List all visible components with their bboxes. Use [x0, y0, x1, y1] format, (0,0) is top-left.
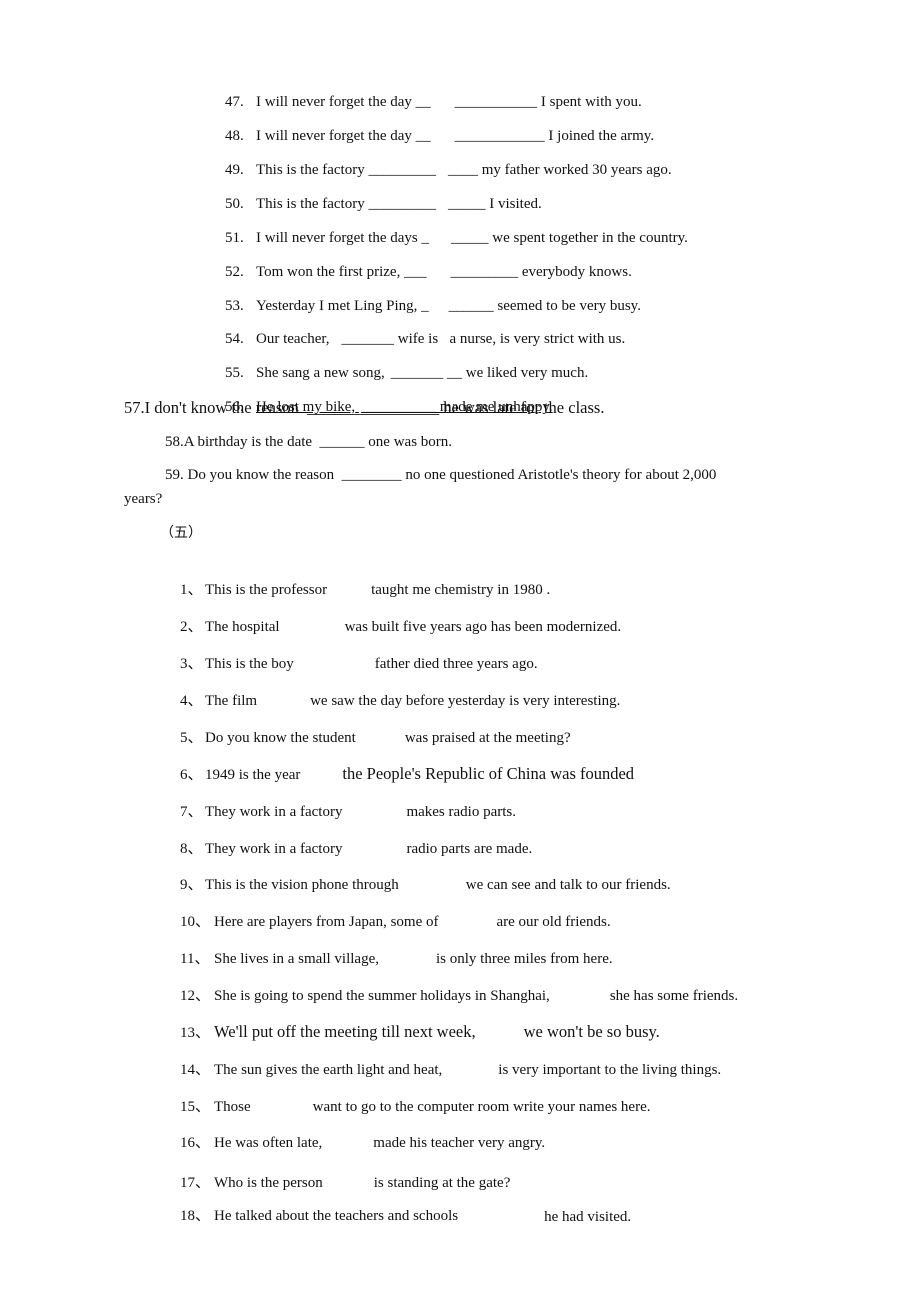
item-text-after: _______ wife is a nurse, is very strict … — [341, 331, 626, 347]
item-text-after: _________ everybody knows. — [450, 264, 632, 280]
item-text-before: I will never forget the day __ — [256, 94, 431, 110]
item-text-after: we can see and talk to our friends. — [465, 877, 671, 893]
item-text-before: This is the factory _________ — [256, 196, 436, 212]
item-text-after: she has some friends. — [609, 988, 739, 1004]
item-text-after: is very important to the living things. — [498, 1062, 722, 1078]
item-number: 12、 — [180, 988, 211, 1004]
item-text-before: This is the professor — [205, 582, 328, 598]
item-text-before: We'll put off the meeting till next week… — [214, 1022, 476, 1041]
item-text-before: Here are players from Japan, some of — [214, 914, 439, 930]
item-text-after: taught me chemistry in 1980 . — [371, 582, 551, 598]
item-number: 16、 — [180, 1135, 211, 1151]
item-number: 10、 — [180, 914, 211, 930]
item-text-before: This is the boy — [205, 656, 294, 672]
item-text-before: Tom won the first prize, ___ — [256, 264, 427, 280]
item-text-before: The film — [205, 693, 258, 709]
item-number: 2、 — [180, 619, 203, 635]
item-text-after: are our old friends. — [496, 914, 611, 930]
item-text-before: The hospital — [205, 619, 280, 635]
item-number: 3、 — [180, 656, 203, 672]
item-number: 4、 — [180, 693, 203, 709]
item-text-before: This is the vision phone through — [205, 877, 399, 893]
exercise-item-58: 58.A birthday is the date ______ one was… — [165, 434, 453, 450]
item-text-after: was built five years ago has been modern… — [344, 619, 622, 635]
item-number: 8、 — [180, 841, 203, 857]
exercise-item-57: 57.I don't know the reason _____________… — [124, 398, 605, 417]
item-text-after: _____ we spent together in the country. — [451, 230, 688, 246]
item-text-after: ____________ I joined the army. — [454, 128, 655, 144]
item-text-before: He talked about the teachers and schools — [214, 1208, 459, 1224]
item-text-after: is only three miles from here. — [435, 951, 613, 967]
item-text-after: he had visited. — [544, 1209, 632, 1225]
item-number: 6、 — [180, 767, 203, 783]
item-text-before: The sun gives the earth light and heat, — [214, 1062, 443, 1078]
item-text-after: was praised at the meeting? — [404, 730, 571, 746]
item-text-before: She lives in a small village, — [214, 951, 379, 967]
item-number: 14、 — [180, 1062, 211, 1078]
item-text-before: She is going to spend the summer holiday… — [214, 988, 550, 1004]
item-text-before: This is the factory _________ — [256, 162, 436, 178]
item-number: 5、 — [180, 730, 203, 746]
exercise-item-59-line-1: 59. Do you know the reason ________ no o… — [165, 467, 717, 483]
item-text-before: I will never forget the days _ — [256, 230, 430, 246]
item-text-after: radio parts are made. — [406, 841, 533, 857]
exercise-item-59-line-2: years? — [124, 491, 163, 507]
item-number: 9、 — [180, 877, 203, 893]
item-text-before: Those — [214, 1099, 251, 1115]
item-number: 18、 — [180, 1208, 211, 1224]
item-text-before: They work in a factory — [205, 841, 343, 857]
item-text-after: ____ my father worked 30 years ago. — [447, 162, 672, 178]
item-text-after: _______ __ we liked very much. — [390, 365, 589, 381]
item-text-after: ___________ I spent with you. — [454, 94, 642, 110]
item-text-before: Our teacher, — [256, 331, 330, 347]
item-number: 15、 — [180, 1099, 211, 1115]
item-text-after: the People's Republic of China was found… — [342, 764, 635, 783]
item-text-before: She sang a new song, — [256, 365, 385, 381]
item-text-before: 1949 is the year — [205, 767, 301, 783]
item-number: 7、 — [180, 804, 203, 820]
exercise-item-18: 18、 He talked about the teachers and scho… — [165, 1189, 631, 1243]
item-text-before: They work in a factory — [205, 804, 343, 820]
item-text-after: we saw the day before yesterday is very … — [310, 693, 621, 709]
item-text-before: I will never forget the day __ — [256, 128, 431, 144]
item-text-after: makes radio parts. — [406, 804, 517, 820]
item-text-after: made his teacher very angry. — [373, 1135, 546, 1151]
item-text-after: father died three years ago. — [374, 656, 538, 672]
item-number: 13、 — [180, 1025, 211, 1041]
item-number: 1、 — [180, 582, 203, 598]
item-text-before: He was often late, — [214, 1135, 323, 1151]
item-text-after: we won't be so busy. — [523, 1022, 660, 1041]
item-text-before: Do you know the student — [205, 730, 356, 746]
section-heading: （五） — [160, 525, 202, 541]
item-text-after: want to go to the computer room write yo… — [312, 1099, 651, 1115]
item-number: 11、 — [180, 951, 210, 967]
item-text-after: _____ I visited. — [447, 196, 542, 212]
